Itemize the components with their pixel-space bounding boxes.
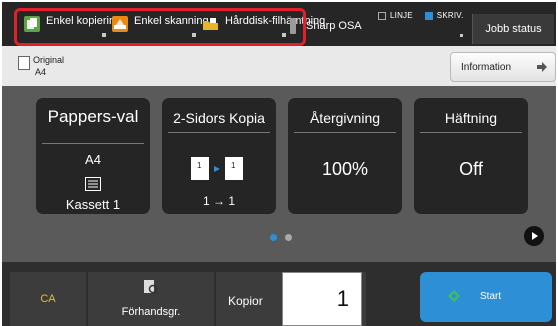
mode-easy-copy[interactable]: Enkel kopiering bbox=[24, 15, 121, 43]
next-page-button[interactable] bbox=[524, 226, 544, 246]
mode-label: Enkel kopiering bbox=[46, 15, 122, 27]
staple-value: Off bbox=[459, 159, 483, 179]
mode-bar: Enkel kopiering Enkel skanning Hårddisk-… bbox=[2, 2, 556, 46]
zoom-value: 100% bbox=[321, 159, 369, 179]
scan-icon bbox=[112, 16, 128, 32]
information-button[interactable]: Information bbox=[450, 52, 556, 82]
status-divider bbox=[460, 34, 463, 37]
job-status-button[interactable]: Jobb status bbox=[472, 14, 554, 44]
page-dot-active[interactable] bbox=[270, 234, 277, 241]
tile-title: Häftning bbox=[444, 110, 498, 126]
tile-title: 2-Sidors Kopia bbox=[173, 110, 265, 126]
preview-label: Förhandsgr. bbox=[121, 306, 181, 318]
mode-divider bbox=[282, 33, 286, 37]
information-label: Information bbox=[461, 61, 512, 73]
duplex-icon: 1 1 bbox=[191, 157, 243, 180]
tile-divider bbox=[42, 143, 144, 144]
tile-divider bbox=[168, 132, 270, 133]
play-arrow-icon bbox=[532, 232, 538, 240]
copies-input[interactable]: 1 bbox=[282, 272, 362, 326]
tile-divider bbox=[294, 132, 396, 133]
tray-icon bbox=[85, 177, 101, 191]
mode-divider bbox=[102, 33, 106, 37]
tile-title: Återgivning bbox=[309, 110, 381, 126]
document-icon bbox=[18, 56, 30, 70]
line-indicator-icon bbox=[378, 11, 386, 20]
mode-label: Sharp OSA bbox=[306, 20, 362, 32]
paper-tray: Kassett 1 bbox=[65, 197, 121, 212]
clear-all-button[interactable]: CA bbox=[10, 272, 86, 326]
staple-tile[interactable]: Häftning Off bbox=[414, 98, 528, 214]
duplex-copy-tile[interactable]: 2-Sidors Kopia 1 1 1 → 1 bbox=[162, 98, 276, 214]
magnifier-page-icon bbox=[144, 280, 159, 295]
start-button[interactable]: Start bbox=[420, 272, 552, 322]
line-status-label: LINJE bbox=[390, 11, 413, 20]
copies-area: Kopior 1 bbox=[216, 272, 366, 326]
mode-easy-scan[interactable]: Enkel skanning bbox=[112, 15, 209, 43]
tile-title: Pappers-val bbox=[47, 107, 139, 126]
print-status-label: SKRIV. bbox=[436, 11, 464, 20]
paper-size: A4 bbox=[85, 152, 101, 167]
start-diamond-icon bbox=[448, 290, 460, 302]
function-panel: Pappers-val A4 Kassett 1 2-Sidors Kopia … bbox=[2, 86, 556, 262]
paper-select-tile[interactable]: Pappers-val A4 Kassett 1 bbox=[36, 98, 150, 214]
mode-label: Enkel skanning bbox=[134, 15, 209, 27]
svg-text:1: 1 bbox=[197, 161, 202, 170]
preview-button[interactable]: Förhandsgr. bbox=[88, 272, 214, 326]
copies-label: Kopior bbox=[228, 294, 263, 308]
copier-screen: Enkel kopiering Enkel skanning Hårddisk-… bbox=[2, 2, 556, 326]
original-size: A4 bbox=[35, 67, 47, 77]
action-bar: CA Förhandsgr. Kopior 1 Start bbox=[2, 262, 556, 326]
osa-icon bbox=[290, 18, 296, 34]
status-indicators: LINJE SKRIV. bbox=[378, 11, 464, 20]
tile-divider bbox=[420, 132, 522, 133]
copy-icon bbox=[24, 16, 40, 32]
mode-sharp-osa[interactable]: Sharp OSA bbox=[290, 18, 362, 48]
zoom-tile[interactable]: Återgivning 100% bbox=[288, 98, 402, 214]
mode-divider bbox=[192, 33, 196, 37]
arrow-right-icon bbox=[537, 62, 547, 72]
duplex-value: 1 → 1 bbox=[202, 194, 235, 208]
start-label: Start bbox=[480, 291, 502, 302]
original-label: Original bbox=[33, 55, 65, 65]
print-indicator-icon bbox=[424, 11, 433, 20]
folder-icon bbox=[202, 16, 219, 32]
page-indicator bbox=[270, 234, 300, 241]
original-indicator[interactable]: Original A4 bbox=[18, 54, 64, 78]
svg-text:1: 1 bbox=[231, 161, 236, 170]
page-dot[interactable] bbox=[285, 234, 292, 241]
